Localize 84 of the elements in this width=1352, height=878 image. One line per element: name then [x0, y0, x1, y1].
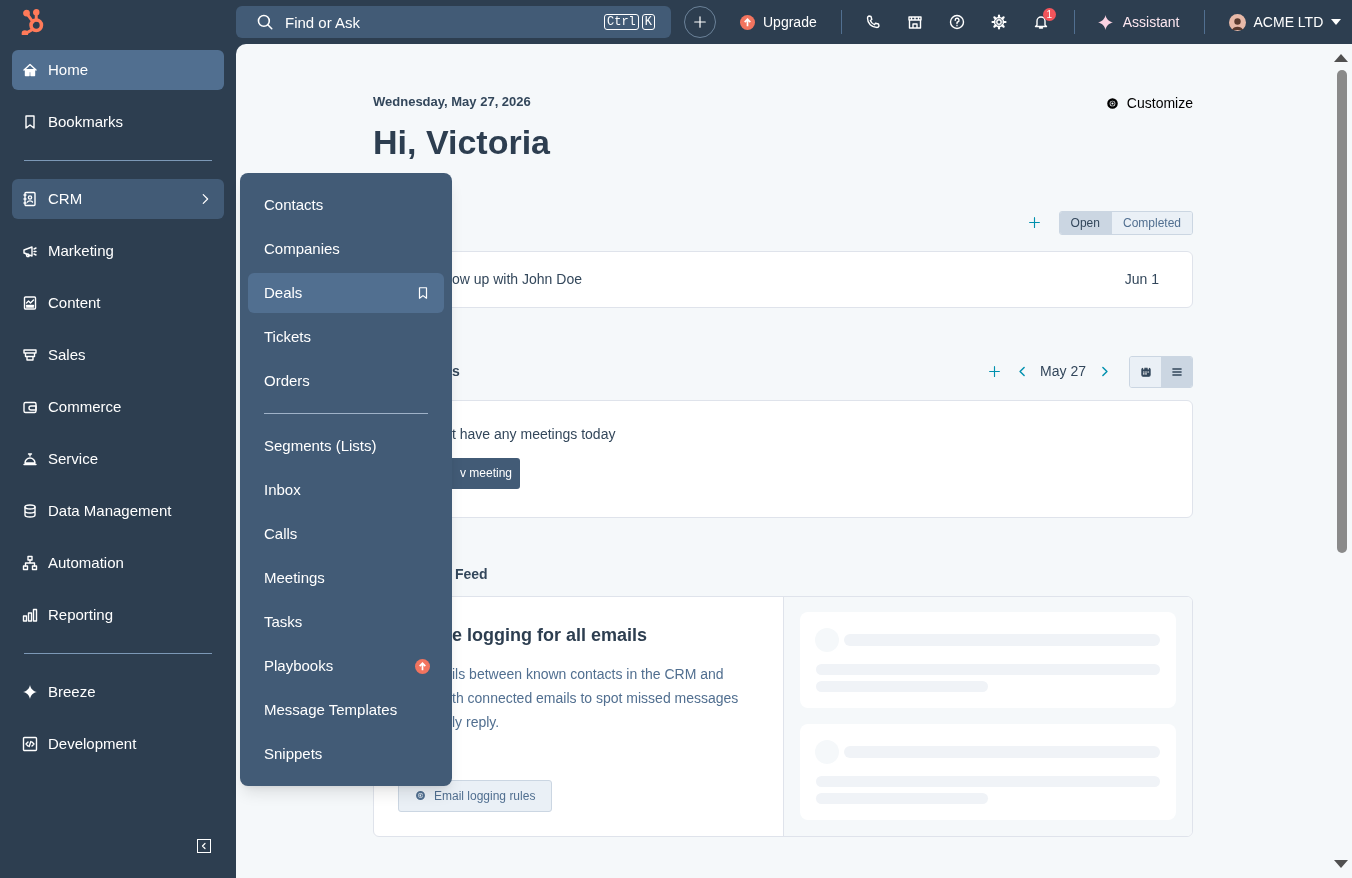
settings-icon — [990, 14, 1007, 30]
database-icon — [22, 503, 38, 519]
empty-message: t have any meetings today — [452, 424, 617, 444]
sprocket-logo-icon[interactable] — [20, 9, 46, 35]
sidebar-item[interactable]: Automation — [12, 543, 224, 583]
caret-icon — [1331, 19, 1342, 25]
bookmark-icon — [416, 286, 430, 300]
upgrade-button[interactable]: Upgrade — [740, 11, 817, 33]
plus-icon — [1028, 216, 1042, 229]
home-icon — [22, 62, 38, 78]
contact-book-icon — [22, 191, 38, 207]
sidebar-item[interactable]: Sales — [12, 335, 224, 375]
list-view-button[interactable] — [1161, 356, 1192, 387]
shortcut-key: K — [641, 14, 655, 30]
description-line: th connected emails to spot missed messages — [452, 688, 740, 708]
description-line: ils between known contacts in the CRM and — [452, 664, 725, 684]
service-bell-icon — [22, 451, 38, 467]
menu-item[interactable]: Meetings — [248, 558, 444, 598]
sidebar-item[interactable]: Service — [12, 439, 224, 479]
section-heading: Feed — [455, 564, 489, 584]
menu-item[interactable]: Tasks — [248, 602, 444, 642]
date-label: Wednesday, May 27, 2026 — [373, 93, 532, 111]
description-line: ly reply. — [452, 712, 501, 732]
megaphone-icon — [22, 243, 38, 259]
task-title: ow up with John Doe — [452, 269, 582, 289]
list-icon — [1170, 365, 1183, 378]
workflow-icon — [22, 555, 38, 571]
menu-item[interactable]: Message Templates — [248, 690, 444, 730]
storefront-icon — [906, 14, 923, 30]
section-heading: s — [452, 362, 460, 381]
sidebar-item[interactable]: Breeze — [12, 672, 224, 712]
sidebar-item[interactable]: Content — [12, 283, 224, 323]
plus-icon — [693, 15, 707, 29]
sparkle-icon — [22, 684, 38, 700]
assistant-button[interactable]: Assistant — [1096, 11, 1180, 33]
bookmark-icon — [22, 114, 38, 130]
schedule-meeting-button[interactable]: v meeting — [452, 457, 521, 489]
sidebar-item[interactable]: Marketing — [12, 231, 224, 271]
calendar-view-button[interactable] — [1130, 356, 1161, 387]
document-chart-icon — [22, 295, 38, 311]
card-title: e logging for all emails — [452, 623, 649, 647]
menu-item[interactable]: Playbooks — [248, 646, 444, 686]
phone-icon — [864, 14, 881, 30]
filter-tab[interactable]: Open — [1059, 211, 1111, 234]
avatar — [1228, 13, 1246, 31]
settings-icon — [415, 790, 426, 801]
sidebar-item[interactable]: CRM — [12, 179, 224, 219]
calendar-icon — [1139, 365, 1152, 378]
menu-item[interactable]: Inbox — [248, 470, 444, 510]
sidebar-item[interactable]: Data Management — [12, 491, 224, 531]
chevron-left-icon — [200, 842, 208, 850]
greeting-heading: Hi, Victoria — [373, 121, 550, 162]
menu-item[interactable]: Calls — [248, 514, 444, 554]
date-label: May 27 — [1040, 362, 1086, 381]
code-window-icon — [22, 736, 38, 752]
settings-icon — [1105, 97, 1119, 110]
menu-item[interactable]: Segments (Lists) — [248, 426, 444, 466]
menu-item[interactable]: Deals — [248, 273, 444, 313]
sidebar-item[interactable]: Reporting — [12, 595, 224, 635]
shortcut-key: Ctrl — [604, 14, 639, 30]
bar-chart-icon — [22, 607, 38, 623]
menu-item[interactable]: Contacts — [248, 185, 444, 225]
menu-item[interactable]: Snippets — [248, 734, 444, 774]
sidebar-item[interactable]: Development — [12, 724, 224, 764]
due-date: Jun 1 — [1124, 269, 1159, 289]
search-icon — [256, 13, 274, 31]
customize-button[interactable]: Customize — [1105, 93, 1193, 114]
email-logging-rules-button[interactable]: Email logging rules — [398, 779, 553, 812]
help-icon — [948, 14, 965, 30]
bell-icon — [1032, 14, 1049, 30]
menu-item[interactable]: Orders — [248, 361, 444, 401]
account-menu[interactable]: ACME LTD — [1228, 11, 1342, 33]
filter-tab[interactable]: Completed — [1110, 211, 1192, 234]
plus-icon — [987, 365, 1001, 378]
notification-badge: 1 — [1042, 8, 1056, 21]
wallet-icon — [22, 399, 38, 415]
menu-item[interactable]: Tickets — [248, 317, 444, 357]
collapse-sidebar-button[interactable] — [197, 839, 211, 853]
upgrade-arrow-icon — [740, 14, 755, 30]
sparkle-icon — [1096, 13, 1114, 31]
funnel-tray-icon — [22, 347, 38, 363]
sidebar-item[interactable]: Home — [12, 50, 224, 90]
sidebar-item[interactable]: Commerce — [12, 387, 224, 427]
sidebar-item[interactable]: Bookmarks — [12, 102, 224, 142]
